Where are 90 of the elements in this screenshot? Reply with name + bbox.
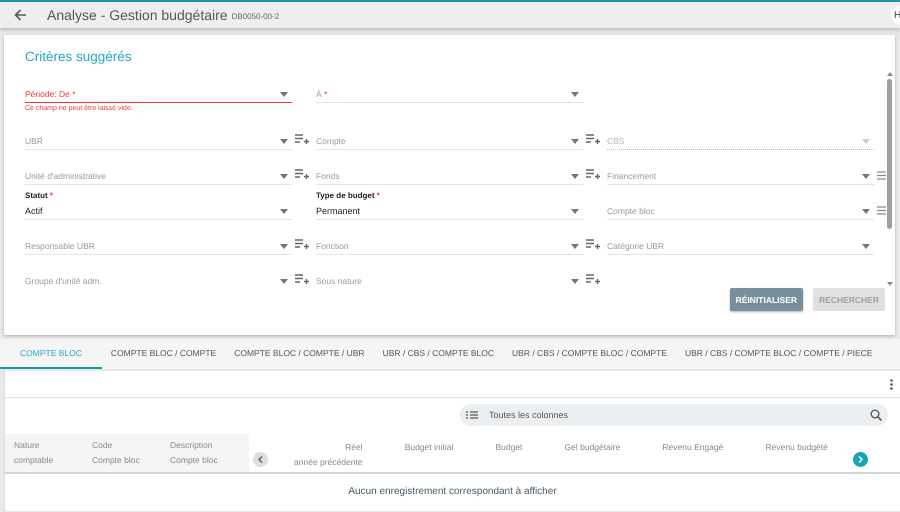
column-header: Gel budgétaire (564, 441, 620, 454)
tab[interactable]: UBR / CBS / COMPTE BLOC (374, 339, 504, 369)
add-list-icon[interactable] (295, 134, 309, 145)
dropdown-field[interactable]: Catégorie UBR (607, 229, 874, 255)
dropdown-caret-icon[interactable] (280, 174, 288, 178)
add-list-icon[interactable] (295, 169, 309, 180)
list-icon[interactable] (466, 411, 478, 419)
list-icon[interactable] (877, 171, 886, 180)
field-label: Sous nature (316, 276, 362, 286)
dropdown-field[interactable]: Groupe d'unité adm. (25, 264, 292, 286)
column-header: Budget initial (404, 441, 454, 454)
field-label: Unité d'administrative (25, 171, 106, 181)
list-icon[interactable] (877, 206, 886, 215)
column-header: Revenu budgété (765, 441, 828, 454)
add-list-icon[interactable] (295, 274, 309, 285)
chevron-left-icon (258, 456, 263, 463)
dropdown-field[interactable]: Unité d'administrative (25, 159, 292, 185)
tab[interactable]: COMPTE BLOC / COMPTE / UBR (225, 339, 374, 369)
dropdown-field[interactable]: Financement (607, 159, 874, 185)
chevron-right-icon (858, 456, 863, 463)
scroll-up-icon[interactable] (886, 72, 892, 76)
dropdown-caret-icon[interactable] (571, 92, 579, 96)
column-header: Réel année précédente (294, 441, 363, 469)
empty-message: Aucun enregistrement correspondant à afficher (347, 485, 558, 497)
dropdown-field[interactable]: UBR (25, 124, 292, 150)
dropdown-caret-icon[interactable] (571, 208, 579, 214)
dropdown-caret-icon[interactable] (571, 278, 579, 284)
add-list-icon[interactable] (586, 239, 600, 250)
column-header: Description Compte bloc (170, 439, 219, 467)
dropdown-caret-icon[interactable] (280, 278, 288, 284)
field-label: Période: De * (25, 89, 76, 99)
scroll-down-icon[interactable] (886, 282, 892, 286)
column-header: Nature comptable (14, 439, 54, 467)
tab[interactable]: COMPTE BLOC (0, 339, 102, 369)
tab[interactable]: UBR / CBS / COMPTE BLOC / COMPTE / PIECE (676, 339, 882, 369)
dropdown-caret-icon[interactable] (280, 244, 288, 248)
dropdown-caret-icon[interactable] (280, 208, 288, 214)
field-value: Permanent (316, 206, 360, 216)
field-label: À * (316, 89, 328, 99)
field-label: Catégorie UBR (607, 241, 664, 251)
field-label: Statut * (25, 191, 54, 200)
dropdown-field[interactable]: Fonds (316, 159, 583, 185)
search-field[interactable]: Toutes les colonnes (460, 404, 888, 426)
select-field[interactable]: Statut * Actif (25, 194, 292, 220)
column-header: Budget (495, 441, 522, 454)
dropdown-field[interactable]: Compte bloc (607, 194, 874, 220)
dropdown-caret-icon (862, 138, 870, 144)
page-code: DB0050-00-2 (232, 12, 280, 21)
field-label: Fonds (316, 171, 340, 181)
search-input[interactable]: Toutes les colonnes (487, 409, 861, 421)
tab[interactable]: COMPTE BLOC / COMPTE (102, 339, 226, 369)
more-options-icon[interactable] (890, 378, 893, 390)
section-title: Critères suggérés (25, 49, 133, 64)
field-label: Compte (316, 136, 346, 146)
field-label: Financement (607, 171, 656, 181)
field-label: Responsable UBR (25, 241, 95, 251)
field-label: CBS (607, 136, 624, 146)
search-icon[interactable] (870, 409, 882, 421)
dropdown-field[interactable]: Fonction (316, 229, 583, 255)
dropdown-field[interactable]: Responsable UBR (25, 229, 292, 255)
page-title: Analyse - Gestion budgétaire (47, 7, 228, 23)
dropdown-caret-icon[interactable] (862, 244, 870, 248)
field-label: UBR (25, 136, 43, 146)
select-field[interactable]: Type de budget * Permanent (316, 194, 583, 220)
back-arrow-icon[interactable] (14, 9, 27, 21)
add-list-icon[interactable] (586, 169, 600, 180)
dropdown-caret-icon[interactable] (571, 244, 579, 248)
dropdown-caret-icon[interactable] (571, 174, 579, 178)
dropdown-caret-icon[interactable] (862, 174, 870, 178)
field-label: Compte bloc (607, 206, 655, 216)
add-list-icon[interactable] (295, 239, 309, 250)
dropdown-field[interactable]: Sous nature (316, 264, 583, 286)
field-label: Type de budget * (316, 191, 380, 200)
reset-button[interactable]: RÉINITIALISER (730, 288, 804, 311)
dropdown-field[interactable]: À * (316, 77, 583, 103)
field-value: Actif (25, 206, 43, 216)
field-label: Fonction (316, 241, 349, 251)
tab[interactable]: UBR / CBS / COMPTE BLOC / COMPTE (503, 339, 676, 369)
dropdown-caret-icon[interactable] (571, 138, 579, 144)
dropdown-caret-icon[interactable] (280, 138, 288, 144)
dropdown-field[interactable]: Compte (316, 124, 583, 150)
dropdown-caret-icon[interactable] (280, 92, 288, 96)
column-header: Revenu Engagé (662, 441, 724, 454)
add-list-icon[interactable] (586, 274, 600, 285)
column-header: Code Compte bloc (92, 439, 141, 467)
add-list-icon[interactable] (586, 134, 600, 145)
scroll-left-button[interactable] (253, 452, 268, 467)
field-label: Groupe d'unité adm. (25, 276, 102, 286)
dropdown-caret-icon[interactable] (862, 208, 870, 214)
scroll-right-button[interactable] (853, 452, 868, 467)
